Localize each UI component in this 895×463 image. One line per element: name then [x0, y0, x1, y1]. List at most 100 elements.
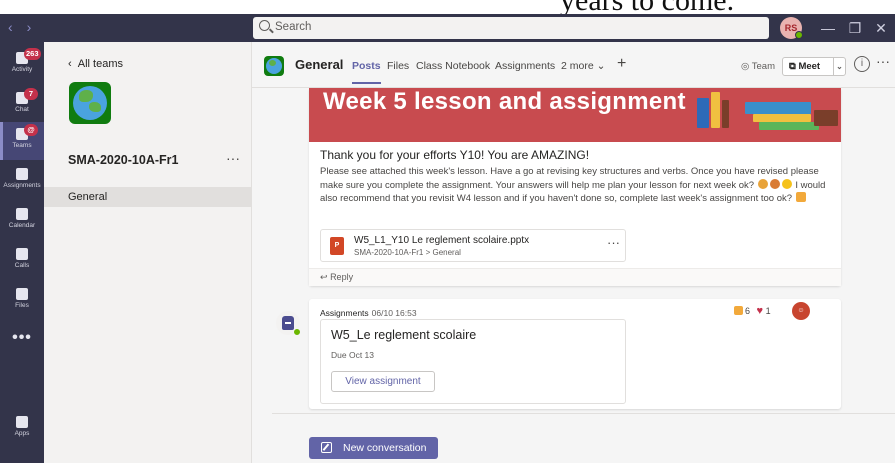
emoji-icon — [757, 178, 768, 189]
rail-label: Calls — [14, 262, 30, 269]
heart-reaction-icon: ♥ — [756, 305, 764, 317]
chevron-left-icon: ‹ — [68, 58, 78, 70]
rail-item-calls[interactable]: Calls — [0, 242, 44, 280]
chevron-down-icon[interactable]: ⌄ — [833, 58, 845, 75]
all-teams-link[interactable]: ‹ All teams — [68, 58, 123, 70]
app-rail: Activity 263 Chat 7 Teams @ Assignments … — [0, 42, 44, 463]
info-icon[interactable]: i — [854, 56, 870, 72]
channel-label: General — [68, 191, 108, 203]
tab-more-label: 2 more — [561, 60, 594, 72]
more-options-icon[interactable]: ··· — [876, 53, 890, 69]
eye-icon: ◎ — [741, 61, 750, 72]
like-reaction-icon — [734, 306, 743, 315]
rail-label: Teams — [12, 142, 32, 149]
rail-item-assignments[interactable]: Assignments — [0, 162, 44, 200]
message-area: Week 5 lesson and assignment Thank you f… — [252, 88, 895, 463]
assignment-post-card: Assignments 06/10 16:53 6 ♥ 1 ☺ W5_Le reg… — [309, 299, 841, 409]
all-teams-label: All teams — [77, 58, 124, 70]
post-body: Please see attached this week's lesson. … — [320, 165, 832, 206]
team-button[interactable]: ◎ Team — [735, 57, 781, 76]
author-name: Assignments — [320, 308, 369, 318]
user-avatar[interactable]: RS — [780, 17, 803, 39]
thumbs-up-emoji-icon — [795, 192, 806, 203]
close-icon[interactable]: ✕ — [870, 17, 892, 39]
presence-available-icon — [795, 31, 803, 39]
attachment-card[interactable]: P W5_L1_Y10 Le reglement scolaire.pptx S… — [320, 229, 626, 262]
channel-logo — [264, 56, 284, 76]
background-document-text: years to come. — [560, 0, 734, 14]
reply-icon: ↩ — [320, 272, 328, 282]
rail-item-calendar[interactable]: Calendar — [0, 202, 44, 240]
minimize-icon[interactable]: — — [817, 17, 839, 39]
search-placeholder: Search — [275, 21, 312, 33]
tab-files[interactable]: Files — [387, 60, 409, 72]
post-author: Assignments 06/10 16:53 — [320, 308, 417, 318]
reactions[interactable]: 6 ♥ 1 — [734, 305, 771, 317]
smile-emoji-icon — [781, 178, 792, 189]
calendar-icon — [16, 208, 28, 220]
rail-item-files[interactable]: Files — [0, 282, 44, 320]
attachment-path: SMA-2020-10A-Fr1 > General — [354, 248, 461, 257]
assignments-bot-avatar[interactable] — [276, 311, 301, 336]
reply-label: Reply — [330, 272, 354, 282]
compose-icon — [321, 442, 332, 453]
post-body-text: Please see attached this week's lesson. … — [320, 166, 819, 191]
tab-assignments[interactable]: Assignments — [495, 60, 555, 72]
more-apps-icon[interactable]: ••• — [0, 329, 44, 347]
reactor-avatar-icon[interactable]: ☺ — [792, 302, 810, 320]
rail-label: Apps — [14, 430, 30, 437]
view-assignment-button[interactable]: View assignment — [331, 371, 435, 392]
attachment-name: W5_L1_Y10 Le reglement scolaire.pptx — [354, 235, 530, 246]
heart-count: 1 — [765, 306, 771, 316]
lesson-banner-image: Week 5 lesson and assignment — [309, 88, 841, 142]
new-conversation-label: New conversation — [343, 442, 427, 454]
assignment-due-date: Due Oct 13 — [331, 350, 374, 360]
post-card: Week 5 lesson and assignment Thank you f… — [309, 88, 841, 286]
rail-item-teams[interactable]: Teams @ — [0, 122, 44, 160]
rail-label: Calendar — [8, 222, 36, 229]
apps-icon — [16, 416, 28, 428]
rail-label: Files — [15, 302, 29, 309]
powerpoint-file-icon: P — [330, 237, 344, 255]
reply-bar[interactable]: ↩ Reply — [309, 268, 841, 286]
team-button-label: Team — [751, 61, 775, 72]
tab-posts[interactable]: Posts — [352, 60, 381, 84]
maximize-icon[interactable]: ❐ — [844, 17, 866, 39]
add-tab-button[interactable]: + — [617, 55, 626, 73]
rail-label: Activity — [11, 66, 33, 73]
channel-title: General — [295, 57, 344, 72]
mention-badge: @ — [24, 124, 38, 136]
activity-badge: 263 — [24, 48, 41, 60]
history-nav[interactable]: ‹› — [8, 19, 45, 35]
file-icon — [16, 288, 28, 300]
background-document: years to come. — [0, 0, 895, 14]
team-avatar — [69, 82, 111, 124]
title-bar: ‹› Search RS — ❐ ✕ — [0, 14, 895, 42]
banner-text: Week 5 lesson and assignment — [323, 88, 686, 115]
video-camera-icon: ⧉ — [789, 61, 796, 72]
rail-label: Assignments — [3, 182, 41, 189]
team-more-options-icon[interactable]: ··· — [226, 150, 240, 166]
back-arrow-icon[interactable]: ‹ — [8, 19, 27, 35]
rail-label: Chat — [15, 106, 29, 113]
tab-more[interactable]: 2 more ⌄ — [561, 60, 605, 72]
search-input[interactable]: Search — [253, 17, 769, 39]
like-count: 6 — [745, 306, 751, 316]
presence-available-icon — [293, 328, 301, 336]
meet-button-label: Meet — [798, 61, 821, 72]
team-panel: ‹ All teams SMA-2020-10A-Fr1 ··· General — [44, 42, 252, 463]
meet-button[interactable]: ⧉ Meet ⌄ — [782, 57, 846, 76]
channel-item-general[interactable]: General — [44, 187, 251, 207]
tab-class-notebook[interactable]: Class Notebook — [416, 60, 490, 72]
rail-item-activity[interactable]: Activity 263 — [0, 46, 44, 84]
forward-arrow-icon[interactable]: › — [27, 19, 46, 35]
attachment-more-icon[interactable]: ··· — [607, 235, 620, 250]
search-icon — [259, 20, 270, 31]
assignment-card: W5_Le reglement scolaire Due Oct 13 View… — [320, 319, 626, 404]
rail-item-apps[interactable]: Apps — [0, 410, 44, 448]
new-conversation-button[interactable]: New conversation — [309, 437, 438, 459]
rail-item-chat[interactable]: Chat 7 — [0, 86, 44, 124]
reply-button[interactable]: ↩ Reply — [320, 272, 353, 283]
post-title: Thank you for your efforts Y10! You are … — [320, 148, 590, 162]
post-timestamp: 06/10 16:53 — [371, 308, 417, 318]
